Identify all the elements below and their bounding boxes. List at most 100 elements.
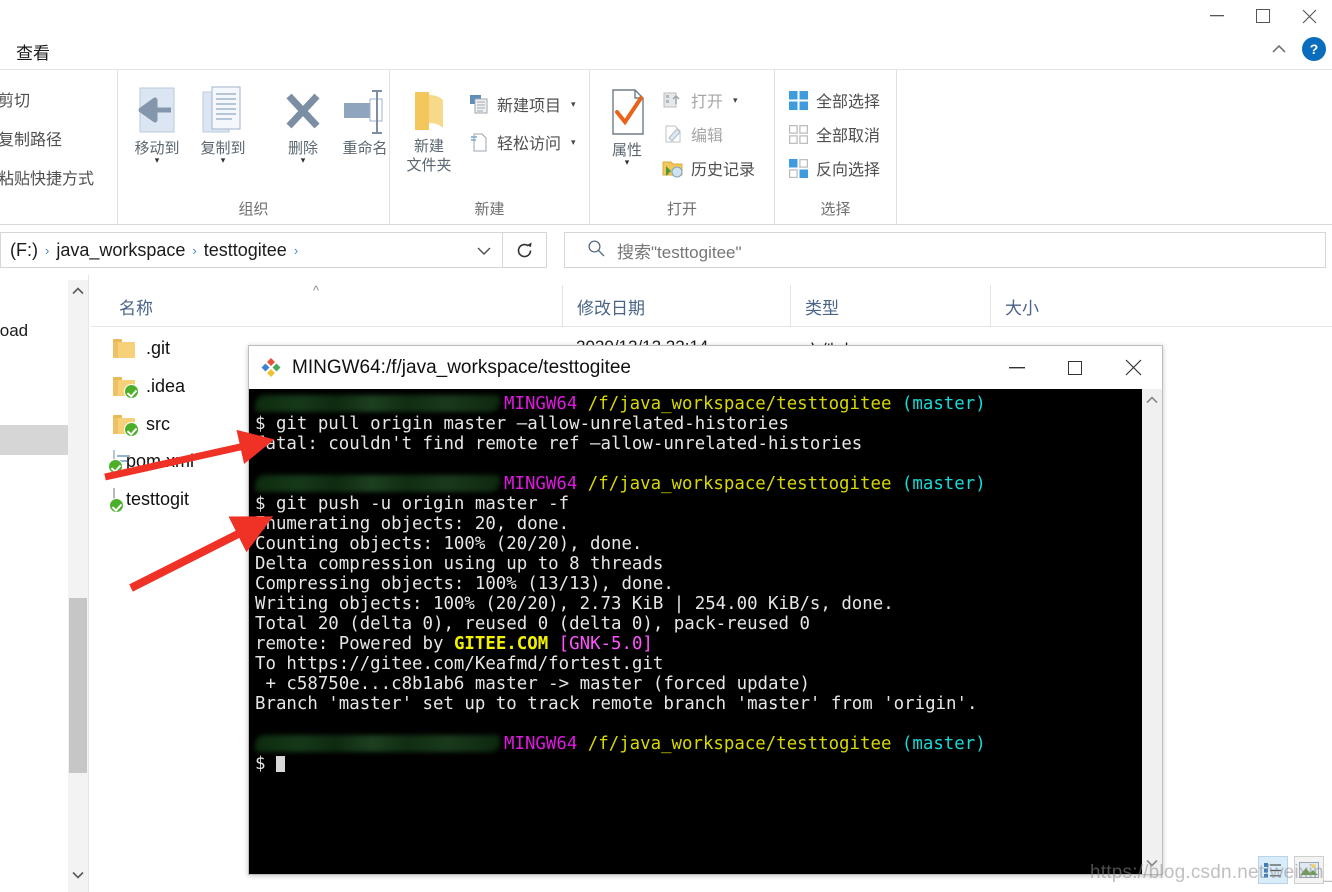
chevron-down-icon[interactable]: ▾ xyxy=(594,158,660,167)
terminal-scrollbar[interactable] xyxy=(1142,389,1162,874)
chevron-down-icon[interactable]: ▾ xyxy=(270,156,336,165)
table-row[interactable]: .idea xyxy=(91,368,185,405)
chevron-down-icon[interactable]: ▾ xyxy=(571,99,576,110)
address-history-dropdown[interactable] xyxy=(470,236,498,264)
easy-access-icon xyxy=(468,131,490,153)
properties-icon xyxy=(594,84,660,140)
search-icon xyxy=(587,239,605,262)
watermark: https://blog.csdn.net/weixin_43 xyxy=(1090,862,1332,883)
terminal-output-line: fatal: couldn't find remote ref –allow-u… xyxy=(255,434,863,454)
table-row[interactable]: .git xyxy=(91,330,170,367)
file-name-cell[interactable]: .git xyxy=(91,338,170,359)
terminal-minimize-button[interactable] xyxy=(988,346,1046,389)
tab-view[interactable]: 查看 xyxy=(8,37,58,66)
rename-button[interactable]: 重命名 xyxy=(332,82,398,157)
breadcrumb: (F:) › java_workspace › testtogitee › xyxy=(5,238,300,263)
select-all-button[interactable]: 全部选择 xyxy=(787,88,880,112)
new-folder-button[interactable]: 新建 文件夹 xyxy=(393,80,465,175)
refresh-button[interactable] xyxy=(503,232,547,268)
chevron-down-icon[interactable]: ▾ xyxy=(124,156,190,165)
file-name-cell[interactable]: src xyxy=(91,414,170,437)
git-bash-window[interactable]: MINGW64:/f/java_workspace/testtogitee MI… xyxy=(248,345,1163,875)
terminal-close-button[interactable] xyxy=(1104,346,1162,389)
table-row[interactable]: testtogit xyxy=(91,481,189,518)
new-item-button[interactable]: 新建项目 ▾ xyxy=(468,92,576,116)
terminal-output-line: Writing objects: 100% (20/20), 2.73 KiB … xyxy=(255,594,894,614)
ribbon-cut-label[interactable]: 剪切 xyxy=(0,87,30,111)
chevron-down-icon[interactable]: ▾ xyxy=(733,95,738,106)
edit-button[interactable]: 编辑 xyxy=(662,122,723,146)
file-synced-icon xyxy=(109,488,124,513)
search-input[interactable]: 搜索"testtogitee" xyxy=(564,232,1326,268)
file-name-cell[interactable]: .idea xyxy=(91,376,185,399)
column-type[interactable]: 类型 xyxy=(790,285,990,327)
ribbon: 剪切 复制路径 粘贴快捷方式 移动到 ▾ 复制到 ▾ 删除 ▾ 重命名 组织 新… xyxy=(0,70,1332,225)
navigation-scrollbar-thumb[interactable] xyxy=(69,598,87,773)
ribbon-tab-right-controls: ? xyxy=(1266,36,1326,62)
file-name-label: pom.xml xyxy=(126,451,195,471)
invert-selection-button[interactable]: 反向选择 xyxy=(787,156,880,180)
chevron-up-icon[interactable] xyxy=(68,280,88,302)
chevron-down-icon[interactable]: ▾ xyxy=(190,156,256,165)
new-folder-label-line2: 文件夹 xyxy=(406,157,452,175)
help-button[interactable]: ? xyxy=(1302,37,1326,61)
new-item-icon xyxy=(468,93,490,115)
gitee-brand: GITEE.COM xyxy=(453,634,549,654)
copy-to-button[interactable]: 复制到 ▾ xyxy=(190,82,256,165)
open-button[interactable]: 打开 ▾ xyxy=(662,88,738,112)
breadcrumb-testtogitee[interactable]: testtogitee xyxy=(199,238,292,263)
ribbon-tab-bar: 查看 ? xyxy=(0,32,1332,70)
column-size[interactable]: 大小 xyxy=(990,285,1190,327)
column-date[interactable]: 修改日期 xyxy=(562,285,790,327)
nav-item-selected[interactable] xyxy=(0,425,68,455)
sync-ok-badge-icon xyxy=(108,459,123,474)
easy-access-button[interactable]: 轻松访问 ▾ xyxy=(468,130,576,154)
history-button[interactable]: 历史记录 xyxy=(662,156,755,180)
terminal-cursor xyxy=(275,756,285,772)
navigation-pane: load xyxy=(0,275,88,892)
terminal-body[interactable]: MINGW64 /f/java_workspace/testtogitee (m… xyxy=(249,389,1162,874)
close-button[interactable] xyxy=(1286,0,1332,32)
terminal-branch: (master) xyxy=(901,394,986,414)
search-placeholder: 搜索"testtogitee" xyxy=(617,242,742,262)
breadcrumb-java-workspace[interactable]: java_workspace xyxy=(51,238,190,263)
delete-button[interactable]: 删除 ▾ xyxy=(270,82,336,165)
table-row[interactable]: src xyxy=(91,406,170,443)
chevron-up-icon[interactable] xyxy=(1142,389,1162,411)
file-name-cell[interactable]: testtogit xyxy=(91,488,189,513)
sync-ok-badge-icon xyxy=(124,422,139,437)
chevron-up-icon[interactable] xyxy=(1266,36,1292,62)
ribbon-group-new-label: 新建 xyxy=(474,201,505,218)
column-name[interactable]: 名称 xyxy=(105,285,562,327)
address-bar[interactable]: (F:) › java_workspace › testtogitee › xyxy=(0,232,503,268)
minimize-button[interactable] xyxy=(1194,0,1240,32)
navigation-scrollbar[interactable] xyxy=(68,280,88,892)
chevron-down-icon[interactable]: ▾ xyxy=(571,137,576,148)
breadcrumb-drive[interactable]: (F:) xyxy=(5,238,43,263)
nav-item-downloads[interactable]: load xyxy=(0,321,28,341)
ribbon-group-select: 全部选择 全部取消 反向选择 选择 xyxy=(775,70,897,225)
invert-selection-icon xyxy=(787,157,809,179)
select-none-button[interactable]: 全部取消 xyxy=(787,122,880,146)
chevron-down-icon[interactable] xyxy=(68,864,88,886)
terminal-cwd: /f/java_workspace/testtogitee xyxy=(587,394,892,414)
terminal-titlebar: MINGW64:/f/java_workspace/testtogitee xyxy=(249,346,1162,389)
file-name-cell[interactable]: pom.xml xyxy=(91,450,195,474)
ribbon-copy-path-label[interactable]: 复制路径 xyxy=(0,126,62,150)
terminal-screen[interactable]: MINGW64 /f/java_workspace/testtogitee (m… xyxy=(249,389,1142,874)
properties-button[interactable]: 属性 ▾ xyxy=(594,84,660,167)
move-to-icon xyxy=(124,82,190,138)
terminal-window-controls xyxy=(988,346,1162,389)
terminal-maximize-button[interactable] xyxy=(1046,346,1104,389)
terminal-command-line: $ git pull origin master –allow-unrelate… xyxy=(255,414,789,434)
terminal-prompt-line: MINGW64 /f/java_workspace/testtogitee (m… xyxy=(255,394,1142,414)
maximize-button[interactable] xyxy=(1240,0,1286,32)
ribbon-group-select-label: 选择 xyxy=(820,201,851,218)
terminal-active-prompt[interactable]: $ xyxy=(255,754,1142,774)
move-to-button[interactable]: 移动到 ▾ xyxy=(124,82,190,165)
new-item-label: 新建项目 xyxy=(497,98,562,115)
ribbon-paste-shortcut-label[interactable]: 粘贴快捷方式 xyxy=(0,165,94,189)
table-row[interactable]: pom.xml xyxy=(91,443,194,480)
breadcrumb-separator: › xyxy=(44,242,50,258)
